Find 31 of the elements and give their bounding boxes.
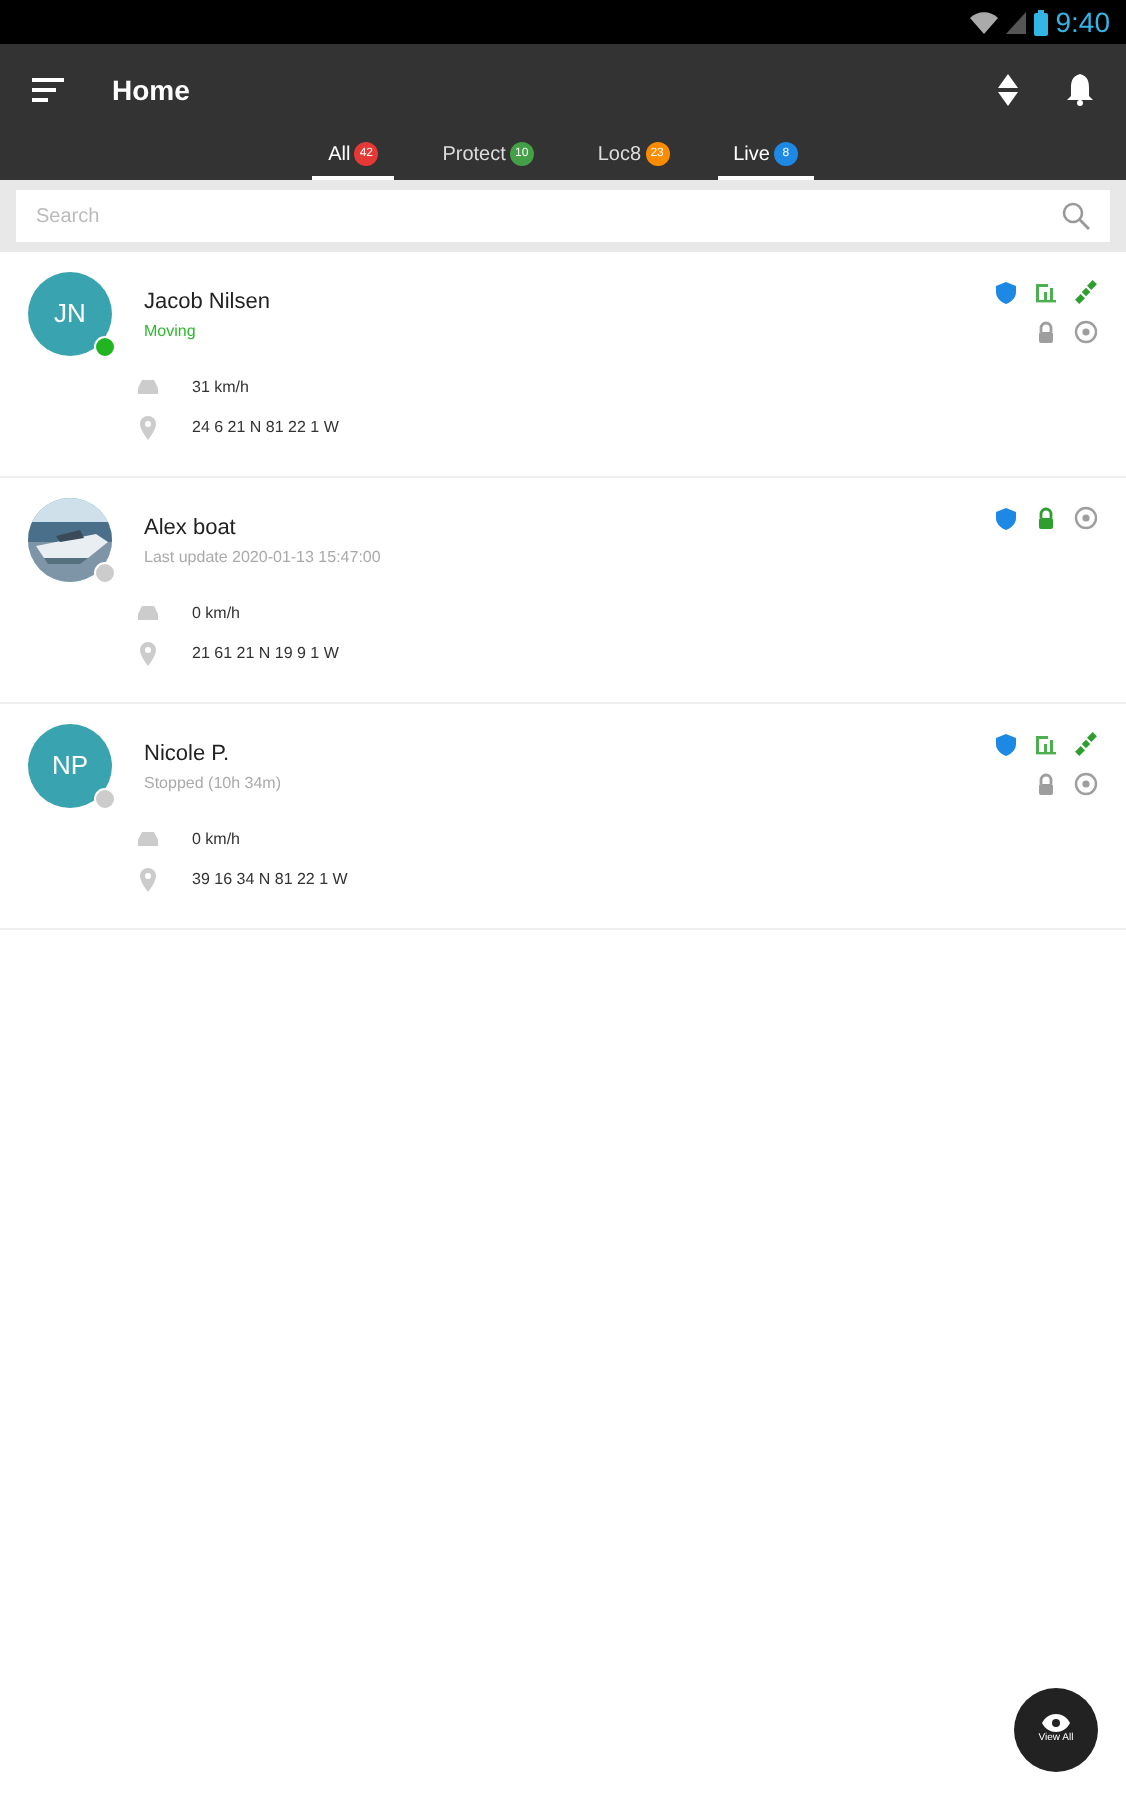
location-pin-icon: [136, 867, 160, 891]
bell-icon[interactable]: [1066, 74, 1094, 106]
search-field[interactable]: Search: [16, 190, 1110, 242]
coordinates-text: 24 6 21 N 81 22 1 W: [192, 415, 339, 439]
coordinates-text: 21 61 21 N 19 9 1 W: [192, 641, 339, 665]
speed-text: 31 km/h: [192, 375, 249, 399]
device-name[interactable]: Alex boat: [144, 512, 978, 545]
car-icon: [136, 378, 160, 396]
speed-text: 0 km/h: [192, 601, 241, 625]
clock-time: 9:40: [1055, 3, 1110, 41]
sort-icon[interactable]: [998, 74, 1018, 106]
speed-text: 0 km/h: [192, 827, 241, 851]
menu-icon[interactable]: [32, 78, 64, 102]
eye-icon: [1042, 1713, 1070, 1732]
page-title: Home: [112, 71, 190, 109]
battery-icon: [1033, 9, 1048, 35]
device-status: Moving: [144, 319, 198, 343]
cell-signal-icon: [1005, 11, 1026, 33]
coordinates-text: 39 16 34 N 81 22 1 W: [192, 867, 348, 891]
device-status: Last update 2020-01-13 15:47:00: [144, 545, 383, 569]
avatar: NP: [28, 724, 112, 808]
location-pin-icon: [136, 641, 160, 665]
car-icon: [136, 830, 160, 848]
car-icon: [136, 604, 160, 622]
device-status: Stopped (10h 34m): [144, 771, 283, 795]
device-name[interactable]: Jacob Nilsen: [144, 286, 978, 319]
device-name[interactable]: Nicole P.: [144, 738, 978, 771]
search-icon[interactable]: [1062, 202, 1090, 230]
avatar: JN: [28, 272, 112, 356]
wifi-icon: [969, 11, 998, 33]
location-pin-icon: [136, 415, 160, 439]
